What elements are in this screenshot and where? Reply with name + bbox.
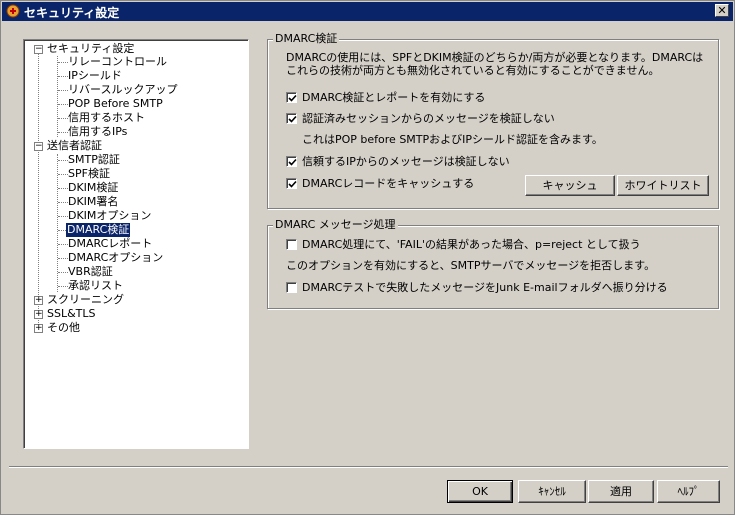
cache-dmarc-checkbox[interactable] [286, 178, 297, 189]
app-icon [6, 4, 20, 18]
authenticated-note: これはPOP before SMTPおよびIPシールド認証を含みます。 [302, 133, 603, 146]
tree-line [57, 56, 58, 137]
skip-authenticated-checkbox[interactable] [286, 113, 297, 124]
dmarc-verify-group-title: DMARC検証 [273, 32, 340, 45]
tree-item-dkim-sign[interactable]: DKIM署名 [68, 195, 118, 209]
close-button[interactable]: ✕ [715, 4, 729, 17]
tree-item-trusted-hosts[interactable]: 信用するホスト [68, 111, 145, 125]
tree-item-dmarc-options[interactable]: DMARCオプション [68, 251, 163, 265]
tree-item-security-settings[interactable]: セキュリティ設定 [47, 42, 134, 56]
skip-trusted-ip-label[interactable]: 信頼するIPからのメッセージは検証しない [302, 155, 510, 168]
tree-item-vbr-auth[interactable]: VBR認証 [68, 265, 113, 279]
expand-icon[interactable]: + [34, 324, 43, 333]
tree-item-smtp-auth[interactable]: SMTP認証 [68, 153, 120, 167]
tree-item-screening[interactable]: スクリーニング [47, 293, 124, 307]
enable-dmarc-label[interactable]: DMARC検証とレポートを有効にする [302, 91, 485, 104]
settings-tree[interactable]: − セキュリティ設定 リレーコントロール IPシールド リバースルックアップ P… [23, 39, 249, 449]
tree-item-reverse-lookup[interactable]: リバースルックアップ [68, 83, 177, 97]
tree-item-ip-shield[interactable]: IPシールド [68, 69, 122, 83]
help-button[interactable]: ﾍﾙﾌﾟ [657, 480, 720, 503]
tree-item-sender-auth[interactable]: 送信者認証 [47, 139, 102, 153]
tree-item-dmarc-report[interactable]: DMARCレポート [68, 237, 152, 251]
tree-item-dmarc-verify[interactable]: DMARC検証 [66, 223, 131, 237]
treat-as-reject-checkbox[interactable] [286, 239, 297, 250]
treat-as-reject-label[interactable]: DMARC処理にて、'FAIL'の結果があった場合、p=reject として扱う [302, 238, 641, 251]
tree-item-dkim-options[interactable]: DKIMオプション [68, 209, 151, 223]
tree-item-approved-list[interactable]: 承認リスト [68, 279, 123, 293]
dmarc-description-line2: これらの技術が両方とも無効化されていると有効にすることができません。 [286, 64, 660, 77]
expand-icon[interactable]: + [34, 310, 43, 319]
checkmark-icon [288, 115, 297, 123]
close-icon: ✕ [717, 4, 727, 17]
tree-item-pop-before-smtp[interactable]: POP Before SMTP [68, 97, 163, 111]
enable-dmarc-checkbox[interactable] [286, 92, 297, 103]
window-title: セキュリティ設定 [24, 6, 120, 20]
dmarc-message-group-title: DMARC メッセージ処理 [273, 218, 398, 231]
dmarc-description-line1: DMARCの使用には、SPFとDKIM検証のどちらか/両方が必要となります。DM… [286, 51, 704, 64]
cache-button[interactable]: キャッシュ [525, 175, 615, 196]
tree-line [38, 54, 39, 329]
apply-button[interactable]: 適用 [588, 480, 654, 503]
tree-item-ssl-tls[interactable]: SSL&TLS [47, 307, 96, 321]
tree-item-relay-control[interactable]: リレーコントロール [68, 55, 167, 69]
ok-button[interactable]: OK [447, 480, 513, 503]
checkmark-icon [288, 158, 297, 166]
cache-dmarc-label[interactable]: DMARCレコードをキャッシュする [302, 177, 474, 190]
title-bar: セキュリティ設定 ✕ [2, 2, 733, 21]
whitelist-button[interactable]: ホワイトリスト [617, 175, 709, 196]
tree-item-dkim-verify[interactable]: DKIM検証 [68, 181, 118, 195]
checkmark-icon [288, 180, 297, 188]
tree-item-spf-verify[interactable]: SPF検証 [68, 167, 110, 181]
checkmark-icon [288, 94, 297, 102]
collapse-icon[interactable]: − [34, 45, 43, 54]
footer-separator [9, 466, 728, 468]
junk-folder-checkbox[interactable] [286, 282, 297, 293]
skip-trusted-ip-checkbox[interactable] [286, 156, 297, 167]
cancel-button[interactable]: ｷｬﾝｾﾙ [518, 480, 586, 503]
security-settings-window: セキュリティ設定 ✕ − セキュリティ設定 リレーコントロール IPシールド リ… [0, 0, 735, 515]
tree-item-trusted-ips[interactable]: 信用するIPs [68, 125, 127, 139]
tree-item-other[interactable]: その他 [47, 321, 80, 335]
junk-folder-label[interactable]: DMARCテストで失敗したメッセージをJunk E-mailフォルダへ振り分ける [302, 281, 668, 294]
expand-icon[interactable]: + [34, 296, 43, 305]
collapse-icon[interactable]: − [34, 142, 43, 151]
skip-authenticated-label[interactable]: 認証済みセッションからのメッセージを検証しない [302, 112, 555, 125]
reject-note: このオプションを有効にすると、SMTPサーバでメッセージを拒否します。 [286, 259, 656, 272]
